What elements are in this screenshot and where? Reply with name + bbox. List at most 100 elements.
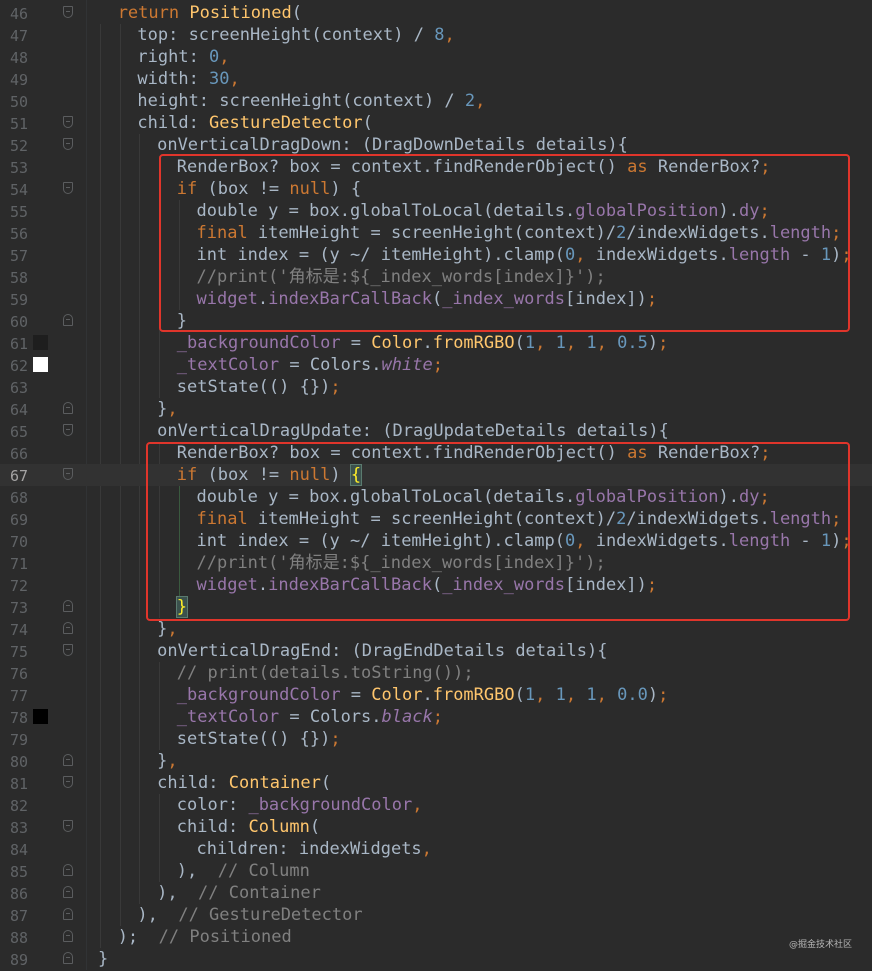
code-line[interactable]: 47 top: screenHeight(context) / 8, — [0, 24, 872, 46]
fold-collapse-icon[interactable] — [63, 182, 73, 194]
code-token: 0.5 — [617, 333, 648, 353]
code-token: 0.0 — [617, 685, 648, 705]
code-token: ; — [330, 377, 341, 397]
fold-collapse-icon[interactable] — [63, 138, 73, 150]
code-text: top: screenHeight(context) / 8, — [137, 24, 454, 46]
fold-end-icon[interactable] — [63, 864, 73, 876]
code-line[interactable]: 76 // print(details.toString()); — [0, 662, 872, 684]
color-swatch-icon[interactable] — [33, 357, 48, 372]
code-line[interactable]: 83 child: Column( — [0, 816, 872, 838]
code-line[interactable]: 88); // Positioned — [0, 926, 872, 948]
code-text: height: screenHeight(context) / 2, — [137, 90, 485, 112]
code-line[interactable]: 48 right: 0, — [0, 46, 872, 68]
code-line[interactable]: 61 _backgroundColor = Color.fromRGBO(1, 1… — [0, 332, 872, 354]
line-number: 46 — [9, 5, 28, 23]
code-line[interactable]: 86), // Container — [0, 882, 872, 904]
code-line[interactable]: 87), // GestureDetector — [0, 904, 872, 926]
code-line[interactable]: 65 onVerticalDragUpdate: (DragUpdateDetai… — [0, 420, 872, 442]
line-number: 70 — [9, 533, 28, 551]
code-text: onVerticalDragDown: (DragDownDetails det… — [157, 134, 628, 156]
code-line[interactable]: 80}, — [0, 750, 872, 772]
code-editor[interactable]: 46 return Positioned(47 top: screenHeight(… — [0, 0, 872, 970]
code-text: child: GestureDetector( — [137, 112, 372, 134]
line-number: 58 — [9, 269, 28, 287]
code-token: onVerticalDragUpdate: (DragUpdateDetails… — [157, 421, 669, 441]
code-text: }, — [157, 618, 178, 640]
code-line[interactable]: 79 setState(() {}); — [0, 728, 872, 750]
code-token: // Positioned — [158, 927, 292, 947]
line-number: 53 — [9, 159, 28, 177]
code-line[interactable]: 63 setState(() {}); — [0, 376, 872, 398]
code-text: child: Column( — [177, 816, 320, 838]
fold-collapse-icon[interactable] — [63, 776, 73, 788]
code-line[interactable]: 84 children: indexWidgets, — [0, 838, 872, 860]
code-line[interactable]: 75 onVerticalDragEnd: (DragEndDetails det… — [0, 640, 872, 662]
code-line[interactable]: 82 color: _backgroundColor, — [0, 794, 872, 816]
code-line[interactable]: 50 height: screenHeight(context) / 2, — [0, 90, 872, 112]
fold-end-icon[interactable] — [63, 622, 73, 634]
code-token: . — [422, 333, 433, 353]
fold-end-icon[interactable] — [63, 886, 73, 898]
line-number: 89 — [9, 951, 28, 969]
fold-end-icon[interactable] — [63, 314, 73, 326]
code-line[interactable]: 49 width: 30, — [0, 68, 872, 90]
code-token: white — [381, 355, 433, 375]
code-line[interactable]: 46 return Positioned( — [0, 2, 872, 24]
line-number: 67 — [9, 467, 28, 485]
code-text: color: _backgroundColor, — [177, 794, 423, 816]
code-token: ; — [658, 685, 669, 705]
code-line[interactable]: 51 child: GestureDetector( — [0, 112, 872, 134]
code-token: Color — [371, 685, 423, 705]
code-line[interactable]: 64}, — [0, 398, 872, 420]
fold-collapse-icon[interactable] — [63, 424, 73, 436]
line-number: 84 — [9, 841, 28, 859]
fold-collapse-icon[interactable] — [63, 644, 73, 656]
code-token: width: — [137, 69, 210, 89]
code-token: black — [381, 707, 433, 727]
fold-end-icon[interactable] — [63, 754, 73, 766]
code-token: , — [565, 333, 577, 353]
fold-collapse-icon[interactable] — [63, 6, 73, 18]
code-token: = — [340, 333, 372, 353]
fold-collapse-icon[interactable] — [63, 820, 73, 832]
fold-end-icon[interactable] — [63, 952, 73, 964]
code-token: ) — [647, 685, 659, 705]
code-token: Positioned — [189, 3, 292, 23]
line-number: 88 — [9, 929, 28, 947]
code-line[interactable]: 85), // Column — [0, 860, 872, 882]
code-token: } — [157, 399, 168, 419]
watermark: @掘金技术社区 — [788, 940, 852, 950]
fold-end-icon[interactable] — [63, 930, 73, 942]
code-line[interactable]: 62 _textColor = Colors.white; — [0, 354, 872, 376]
code-line[interactable]: 81 child: Container( — [0, 772, 872, 794]
code-token: right: — [137, 47, 210, 67]
color-swatch-icon[interactable] — [33, 335, 48, 350]
fold-end-icon[interactable] — [63, 600, 73, 612]
line-number: 50 — [9, 93, 28, 111]
line-number: 77 — [9, 687, 28, 705]
code-line[interactable]: 77 _backgroundColor = Color.fromRGBO(1, 1… — [0, 684, 872, 706]
fold-collapse-icon[interactable] — [63, 116, 73, 128]
code-line[interactable]: 74}, — [0, 618, 872, 640]
code-token: ), — [137, 905, 179, 925]
fold-end-icon[interactable] — [63, 402, 73, 414]
code-text: right: 0, — [137, 46, 229, 68]
color-swatch-icon[interactable] — [33, 709, 48, 724]
fold-end-icon[interactable] — [63, 908, 73, 920]
line-number: 54 — [9, 181, 28, 199]
code-token: } — [98, 949, 109, 969]
line-number: 86 — [9, 885, 28, 903]
line-number: 79 — [9, 731, 28, 749]
code-line[interactable]: 89} — [0, 948, 872, 970]
code-line[interactable]: 52 onVerticalDragDown: (DragDownDetails d… — [0, 134, 872, 156]
line-number: 62 — [9, 357, 28, 375]
fold-collapse-icon[interactable] — [63, 468, 73, 480]
line-number: 49 — [9, 71, 28, 89]
code-line[interactable]: 78 _textColor = Colors.black; — [0, 706, 872, 728]
line-number: 80 — [9, 753, 28, 771]
line-number: 76 — [9, 665, 28, 683]
code-token: _backgroundColor — [176, 685, 341, 705]
